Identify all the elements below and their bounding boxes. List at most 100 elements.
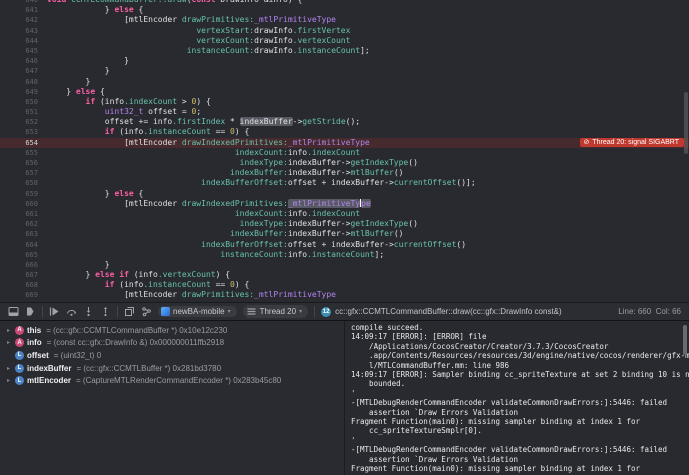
code-line[interactable]: 658 indexBufferOffset:offset + indexBuff… bbox=[0, 178, 689, 188]
line-number: 650 bbox=[0, 97, 47, 107]
code-token: (info bbox=[129, 270, 158, 279]
editor-scrollbar[interactable] bbox=[684, 92, 688, 154]
view-debugger-icon[interactable] bbox=[124, 306, 135, 317]
code-line[interactable]: 651 uint32_t offset = 0; bbox=[0, 107, 689, 117]
code-token: { bbox=[134, 189, 144, 198]
code-line[interactable]: 649 } else { bbox=[0, 87, 689, 97]
disclosure-triangle-icon[interactable]: ▸ bbox=[5, 339, 12, 346]
code-token: () bbox=[408, 219, 418, 228]
code-token: if bbox=[119, 270, 129, 279]
code-line[interactable]: 653 if (info.instanceCount == 0) { bbox=[0, 127, 689, 137]
code-line[interactable]: 650 if (info.indexCount > 0) { bbox=[0, 97, 689, 107]
code-token: ()]; bbox=[456, 178, 475, 187]
code-line[interactable]: 667 } else if (info.vertexCount) { bbox=[0, 270, 689, 280]
code-token: getIndexType bbox=[350, 158, 408, 167]
disclosure-triangle-icon[interactable]: ▸ bbox=[5, 377, 12, 384]
line-number: 653 bbox=[0, 127, 47, 137]
code-line[interactable]: 646 } bbox=[0, 56, 689, 66]
code-token: info bbox=[288, 148, 307, 157]
code-text: indexType:indexBuffer->getIndexType() bbox=[47, 219, 418, 229]
code-token: (); bbox=[346, 117, 360, 126]
code-token: getStride bbox=[302, 117, 345, 126]
code-token: () bbox=[394, 229, 404, 238]
code-line[interactable]: 644 vertexCount:drawInfo.vertexCount bbox=[0, 36, 689, 46]
console-line: Fragment Function(main0): missing sample… bbox=[351, 417, 679, 426]
code-line[interactable]: 645 instanceCount:drawInfo.instanceCount… bbox=[0, 46, 689, 56]
code-token: } bbox=[105, 189, 115, 198]
code-line[interactable]: 655 indexCount:info.indexCount bbox=[0, 148, 689, 158]
variable-row[interactable]: ▸LindexBuffer= (cc::gfx::CCMTLBuffer *) … bbox=[0, 362, 344, 375]
variable-name: indexBuffer bbox=[27, 364, 71, 373]
line-number: 656 bbox=[0, 158, 47, 168]
code-token: } bbox=[86, 77, 91, 86]
code-line[interactable]: 654 [mtlEncoder drawIndexedPrimitives:_m… bbox=[0, 138, 689, 148]
code-line[interactable]: 643 vertexStart:drawInfo.firstVertex bbox=[0, 26, 689, 36]
disclosure-triangle-icon[interactable]: ▸ bbox=[5, 327, 12, 334]
code-token: getIndexType bbox=[350, 219, 408, 228]
app-icon bbox=[161, 307, 170, 316]
process-selector[interactable]: newBA-mobile ▾ bbox=[158, 306, 237, 317]
console-scrollbar[interactable] bbox=[683, 325, 687, 355]
line-number: 652 bbox=[0, 117, 47, 127]
line-number: 644 bbox=[0, 36, 47, 46]
code-token: == bbox=[211, 127, 230, 136]
thread-selector[interactable]: Thread 20 ▾ bbox=[243, 305, 308, 318]
line-number: 646 bbox=[0, 56, 47, 66]
console-output[interactable]: compile succeed.14:09:17 [ERROR]: [ERROR… bbox=[345, 321, 689, 475]
line-number: 659 bbox=[0, 189, 47, 199]
code-line[interactable]: 652 offset += info.firstIndex * indexBuf… bbox=[0, 117, 689, 127]
code-line[interactable]: 657 indexBuffer:indexBuffer->mtlBuffer() bbox=[0, 168, 689, 178]
variable-row[interactable]: ▸Athis= (cc::gfx::CCMTLCommandBuffer *) … bbox=[0, 324, 344, 337]
code-token: () bbox=[408, 158, 418, 167]
code-text: [mtlEncoder drawPrimitives:_mtlPrimitive… bbox=[47, 290, 336, 300]
line-number: 649 bbox=[0, 87, 47, 97]
disclosure-triangle-icon[interactable]: ▸ bbox=[5, 365, 12, 372]
memory-graph-icon[interactable] bbox=[141, 306, 152, 317]
code-line[interactable]: 668 if (info.instanceCount == 0) { bbox=[0, 280, 689, 290]
code-line[interactable]: 642 [mtlEncoder drawPrimitives:_mtlPrimi… bbox=[0, 15, 689, 25]
code-line[interactable]: 662 indexType:indexBuffer->getIndexType(… bbox=[0, 219, 689, 229]
variable-row[interactable]: ▸LmtlEncoder= (CaptureMTLRenderCommandEn… bbox=[0, 374, 344, 387]
step-out-icon[interactable] bbox=[100, 306, 111, 317]
code-text: vertexCount:drawInfo.vertexCount bbox=[47, 36, 350, 46]
code-text: } bbox=[47, 66, 110, 76]
code-line[interactable]: 660 [mtlEncoder drawIndexedPrimitives:_m… bbox=[0, 199, 689, 209]
console-line: Fragment Function(main0): missing sample… bbox=[351, 464, 679, 473]
code-line[interactable]: 666 } bbox=[0, 260, 689, 270]
source-editor[interactable]: 640void CCMTLCommandBuffer::draw(const D… bbox=[0, 0, 689, 302]
variable-row[interactable]: ▸Ainfo= (const cc::gfx::DrawInfo &) 0x00… bbox=[0, 337, 344, 350]
code-line[interactable]: 665 instanceCount:info.instanceCount]; bbox=[0, 250, 689, 260]
code-line[interactable]: 661 indexCount:info.indexCount bbox=[0, 209, 689, 219]
code-token: } bbox=[86, 270, 96, 279]
code-text: } bbox=[47, 77, 90, 87]
code-line[interactable]: 669 [mtlEncoder drawPrimitives:_mtlPrimi… bbox=[0, 290, 689, 300]
hide-debug-area-icon[interactable] bbox=[8, 306, 19, 317]
code-line[interactable]: 664 indexBufferOffset:offset + indexBuff… bbox=[0, 240, 689, 250]
code-line[interactable]: 648 } bbox=[0, 77, 689, 87]
variable-row[interactable]: Loffset= (uint32_t) 0 bbox=[0, 349, 344, 362]
step-over-icon[interactable] bbox=[66, 306, 77, 317]
code-line[interactable]: 647 } bbox=[0, 66, 689, 76]
console-line: ' bbox=[351, 436, 679, 445]
line-number: 663 bbox=[0, 229, 47, 239]
console-line: 14:09:17 [ERROR]: [ERROR] file bbox=[351, 332, 679, 341]
code-token: indexBuffer: bbox=[230, 168, 288, 177]
continue-icon[interactable] bbox=[49, 306, 60, 317]
code-line[interactable]: 663 indexBuffer:indexBuffer->mtlBuffer() bbox=[0, 229, 689, 239]
line-number: 664 bbox=[0, 240, 47, 250]
breakpoints-toggle-icon[interactable] bbox=[25, 306, 36, 317]
code-token: indexBuffer-> bbox=[288, 168, 351, 177]
code-token: [mtlEncoder bbox=[124, 138, 182, 147]
code-line[interactable]: 659 } else { bbox=[0, 189, 689, 199]
console-line: 14:09:17 [ERROR]: Sampler binding cc_spr… bbox=[351, 370, 679, 379]
variables-view[interactable]: ▸Athis= (cc::gfx::CCMTLCommandBuffer *) … bbox=[0, 321, 345, 475]
sigabrt-annotation[interactable]: ⊘Thread 20: signal SIGABRT bbox=[580, 138, 684, 147]
variable-kind-badge: L bbox=[15, 376, 24, 385]
console-line: assertion `Draw Errors Validation bbox=[351, 455, 679, 464]
code-token: .indexCount bbox=[307, 209, 360, 218]
stack-frame-breadcrumb[interactable]: 12 cc::gfx::CCMTLCommandBuffer::draw(cc:… bbox=[321, 307, 612, 317]
step-into-icon[interactable] bbox=[83, 306, 94, 317]
code-line[interactable]: 656 indexType:indexBuffer->getIndexType(… bbox=[0, 158, 689, 168]
code-token: CCMTLCommandBuffer::draw bbox=[71, 0, 187, 4]
code-line[interactable]: 641 } else { bbox=[0, 5, 689, 15]
